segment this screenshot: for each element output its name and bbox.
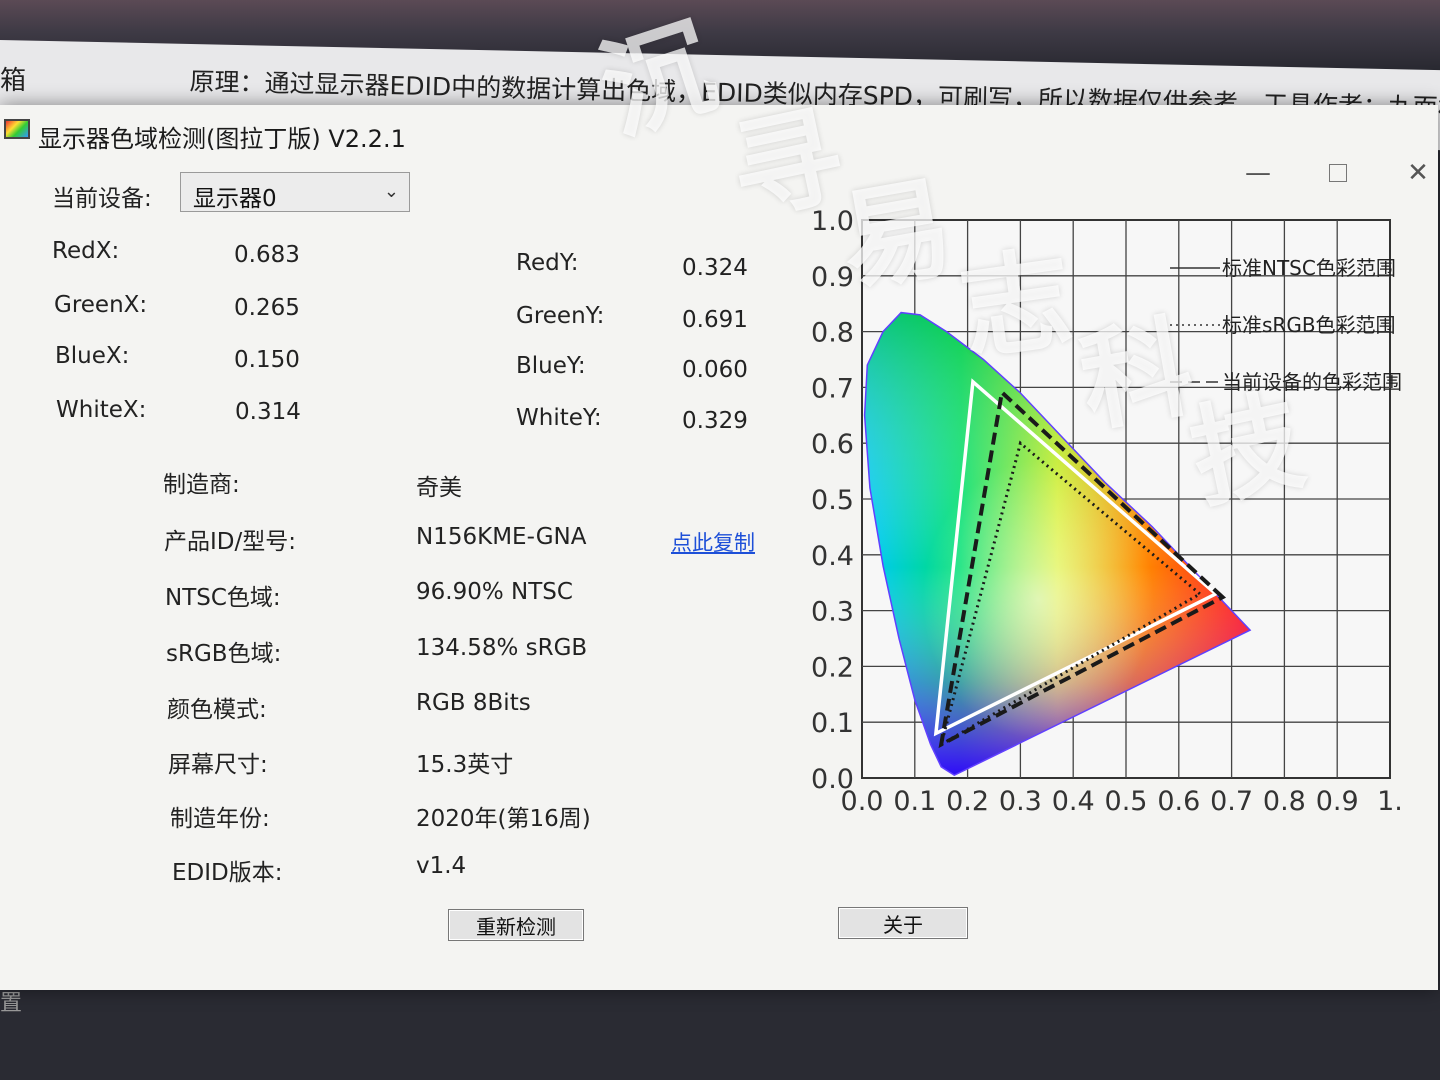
year-label: 制造年份: [170,806,270,832]
about-button[interactable]: 关于 [838,907,968,939]
device-select[interactable]: 显示器0 ⌄ [180,172,410,212]
y-tick-label: 0.7 [811,373,854,404]
y-tick-label: 1.0 [811,206,854,237]
product-id-label: 产品ID/型号: [164,529,296,555]
manufacturer-value: 奇美 [416,475,462,501]
product-id-value: N156KME-GNA [416,524,587,550]
manufacturer-label: 制造商: [163,472,240,498]
x-tick-label: 0.3 [999,786,1042,817]
y-tick-label: 0.8 [811,318,854,349]
y-tick-label: 0.5 [811,485,854,516]
background-edge-text: 箱 [0,66,27,96]
y-tick-label: 0.0 [811,764,854,795]
year-value: 2020年(第16周) [416,806,591,832]
green-y-value: 0.691 [682,307,748,333]
white-y-label: WhiteY: [516,405,602,431]
chevron-down-icon: ⌄ [383,181,399,202]
x-tick-label: 0.4 [1052,786,1095,817]
monitor-color-icon [4,119,30,139]
green-y-label: GreenY: [516,303,605,329]
x-tick-label: 0.9 [1316,786,1359,817]
color-mode-label: 颜色模式: [167,697,267,723]
white-x-value: 0.314 [235,399,301,425]
x-tick-label: 0.1 [893,786,936,817]
srgb-label: sRGB色域: [166,641,282,667]
x-tick-label: 0.8 [1263,786,1306,817]
green-x-value: 0.265 [234,295,300,321]
srgb-value: 134.58% sRGB [416,635,588,661]
color-mode-value: RGB 8Bits [416,690,531,716]
screen-size-label: 屏幕尺寸: [168,752,268,778]
y-tick-label: 0.2 [811,652,854,683]
blue-x-value: 0.150 [234,347,300,373]
white-x-label: WhiteX: [56,397,147,423]
legend-label: 标准sRGB色彩范围 [1222,313,1396,337]
red-y-label: RedY: [516,250,579,276]
screen-size-value: 15.3英寸 [416,752,514,778]
legend-label: 当前设备的色彩范围 [1222,370,1402,394]
ntsc-value: 96.90% NTSC [416,579,573,605]
x-tick-label: 0.2 [946,786,989,817]
x-tick-label: 0.7 [1210,786,1253,817]
edid-value: v1.4 [416,853,467,879]
red-x-value: 0.683 [234,242,300,268]
y-tick-label: 0.1 [811,708,854,739]
x-tick-label: 0.5 [1105,786,1148,817]
edid-label: EDID版本: [172,860,283,886]
white-y-value: 0.329 [682,408,748,434]
y-tick-label: 0.9 [811,262,854,293]
copy-link[interactable]: 点此复制 [671,527,755,557]
x-tick-label: 0.6 [1157,786,1200,817]
legend-label: 标准NTSC色彩范围 [1222,256,1396,280]
y-tick-label: 0.3 [811,597,854,628]
window-title: 显示器色域检测(图拉丁版) V2.2.1 [38,125,406,153]
blue-y-value: 0.060 [682,357,748,383]
chromaticity-chart: 0.0 0.1 0.2 0.3 0.4 0.5 0.6 0.7 0.8 0.9 1. 0.0 0.1 0.… [800,100,1440,820]
y-tick-label: 0.4 [811,541,854,572]
green-x-label: GreenX: [54,292,148,318]
redetect-button[interactable]: 重新检测 [448,909,584,941]
chart-svg: 0.0 0.1 0.2 0.3 0.4 0.5 0.6 0.7 0.8 0.9 1.0.00.10.… [811,206,1403,817]
blue-y-label: BlueY: [516,353,586,379]
ntsc-label: NTSC色域: [165,585,281,611]
x-tick-label: 1. [1377,786,1403,817]
red-x-label: RedX: [52,238,120,264]
blue-x-label: BlueX: [55,343,130,369]
y-tick-label: 0.6 [811,429,854,460]
red-y-value: 0.324 [682,255,748,281]
device-label: 当前设备: [52,186,152,212]
device-select-value: 显示器0 [193,186,277,212]
